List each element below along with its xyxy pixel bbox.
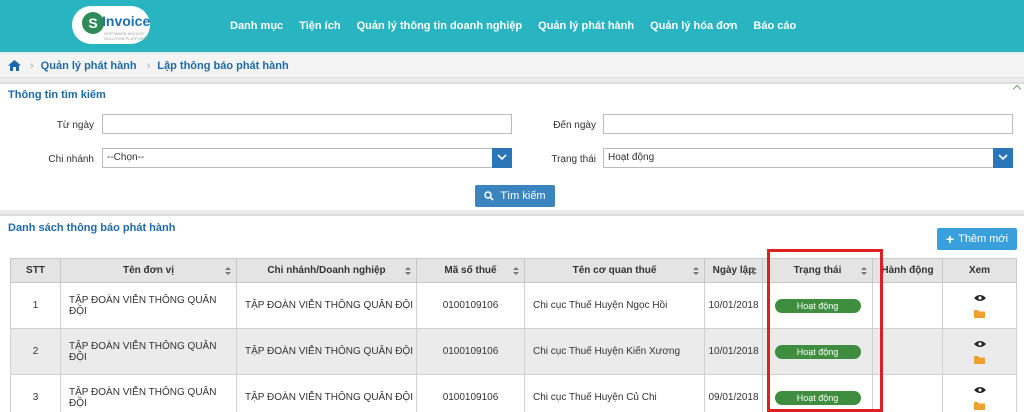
cell-tax-office: Chi cục Thuế Huyện Ngọc Hồi [524, 282, 705, 329]
breadcrumb: › Quản lý phát hành › Lập thông báo phát… [0, 54, 1024, 78]
cell-tax-office: Chi cục Thuế Huyện Củ Chi [524, 374, 705, 412]
chevron-right-icon: › [30, 59, 34, 72]
home-icon[interactable] [8, 60, 21, 71]
folder-icon[interactable] [974, 355, 985, 364]
cell-tax-code: 0100109106 [416, 328, 525, 375]
column-header-tax-office[interactable]: Tên cơ quan thuế [524, 258, 705, 283]
cell-action [872, 282, 943, 329]
nav-item-issuance[interactable]: Quản lý phát hành [530, 20, 642, 32]
cell-date: 09/01/2018 [704, 374, 763, 412]
notice-table: STT Tên đơn vị Chi nhánh/Doanh nghiệp Mã… [10, 258, 1017, 412]
cell-branch: TẬP ĐOÀN VIỄN THÔNG QUÂN ĐỘI [236, 282, 417, 329]
breadcrumb-issuance[interactable]: Quản lý phát hành [41, 60, 137, 72]
nav-item-reports[interactable]: Báo cáo [745, 20, 804, 32]
cell-date: 10/01/2018 [704, 328, 763, 375]
add-new-button-label: Thêm mới [958, 233, 1009, 245]
column-header-unit[interactable]: Tên đơn vị [60, 258, 237, 283]
branch-label: Chi nhánh [48, 154, 94, 165]
cell-status: Hoạt động [762, 328, 873, 375]
cell-branch: TẬP ĐOÀN VIỄN THÔNG QUÂN ĐỘI [236, 374, 417, 412]
search-button[interactable]: Tìm kiếm [475, 185, 555, 207]
from-date-input[interactable] [102, 114, 512, 134]
column-header-date[interactable]: Ngày lập [704, 258, 763, 283]
cell-date: 10/01/2018 [704, 282, 763, 329]
folder-icon[interactable] [974, 309, 985, 318]
breadcrumb-create-notice[interactable]: Lập thông báo phát hành [157, 60, 288, 72]
sort-icon [693, 267, 699, 275]
status-badge: Hoạt động [774, 298, 861, 313]
cell-branch: TẬP ĐOÀN VIỄN THÔNG QUÂN ĐỘI [236, 328, 417, 375]
chevron-right-icon: › [146, 59, 151, 72]
column-header-status[interactable]: Trạng thái [762, 258, 873, 283]
column-header-tax-code[interactable]: Mã số thuế [416, 258, 525, 283]
table-row[interactable]: 3 TẬP ĐOÀN VIỄN THÔNG QUÂN ĐỘI TẬP ĐOÀN … [10, 374, 1017, 412]
cell-view [942, 374, 1017, 412]
cell-stt: 2 [10, 328, 61, 375]
column-header-stt: STT [10, 258, 61, 283]
add-new-button[interactable]: + Thêm mới [937, 228, 1017, 250]
top-navbar: S Invoice SOFTWARE INVOICE SOLUTION PLAT… [0, 0, 1024, 52]
eye-icon[interactable] [973, 294, 986, 302]
cell-view [942, 282, 1017, 329]
column-header-action: Hành động [872, 258, 943, 283]
search-panel: Thông tin tìm kiếm Từ ngày Đến ngày Chi … [0, 82, 1024, 210]
main-nav: Danh mục Tiện ích Quản lý thông tin doan… [222, 0, 804, 52]
sort-icon [513, 267, 519, 275]
cell-view [942, 328, 1017, 375]
table-header-row: STT Tên đơn vị Chi nhánh/Doanh nghiệp Mã… [10, 258, 1017, 283]
search-panel-title: Thông tin tìm kiếm [8, 89, 106, 101]
nav-item-categories[interactable]: Danh mục [222, 20, 291, 32]
nav-item-company-info[interactable]: Quản lý thông tin doanh nghiệp [349, 20, 531, 32]
cell-stt: 1 [10, 282, 61, 329]
chevron-down-icon[interactable] [993, 148, 1013, 168]
cell-unit: TẬP ĐOÀN VIỄN THÔNG QUÂN ĐỘI [60, 374, 237, 412]
logo-mark: S [82, 12, 104, 34]
cell-unit: TẬP ĐOÀN VIỄN THÔNG QUÂN ĐỘI [60, 328, 237, 375]
cell-status: Hoạt động [762, 374, 873, 412]
folder-icon[interactable] [974, 401, 985, 410]
sort-icon [225, 267, 231, 275]
nav-item-invoices[interactable]: Quản lý hóa đơn [642, 20, 745, 32]
status-badge: Hoạt động [774, 344, 861, 359]
eye-icon[interactable] [973, 340, 986, 348]
logo-text: Invoice [102, 13, 151, 29]
logo-subtitle: SOFTWARE INVOICE SOLUTION PLATFORM [104, 31, 148, 41]
table-row[interactable]: 1 TẬP ĐOÀN VIỄN THÔNG QUÂN ĐỘI TẬP ĐOÀN … [10, 282, 1017, 329]
column-header-branch[interactable]: Chi nhánh/Doanh nghiệp [236, 258, 417, 283]
table-row[interactable]: 2 TẬP ĐOÀN VIỄN THÔNG QUÂN ĐỘI TẬP ĐOÀN … [10, 328, 1017, 375]
plus-icon: + [945, 231, 955, 247]
sort-icon [751, 267, 757, 275]
chevron-down-icon[interactable] [492, 148, 512, 168]
collapse-icon[interactable] [1012, 84, 1022, 94]
status-badge: Hoạt động [774, 390, 861, 405]
from-date-label: Từ ngày [56, 120, 94, 131]
eye-icon[interactable] [973, 386, 986, 394]
cell-tax-code: 0100109106 [416, 282, 525, 329]
cell-unit: TẬP ĐOÀN VIỄN THÔNG QUÂN ĐỘI [60, 282, 237, 329]
cell-status: Hoạt động [762, 282, 873, 329]
branch-select[interactable]: --Chọn-- [102, 148, 512, 168]
cell-tax-office: Chi cục Thuế Huyện Kiến Xương [524, 328, 705, 375]
sort-icon [405, 267, 411, 275]
sort-icon [861, 267, 867, 275]
cell-action [872, 328, 943, 375]
branch-select-value: --Chọn-- [107, 152, 145, 163]
nav-item-utilities[interactable]: Tiện ích [291, 20, 348, 32]
to-date-label: Đến ngày [553, 120, 596, 131]
status-label: Trạng thái [551, 154, 596, 165]
list-panel: Danh sách thông báo phát hành + Thêm mới… [0, 214, 1024, 412]
app-logo[interactable]: S Invoice SOFTWARE INVOICE SOLUTION PLAT… [72, 6, 150, 44]
search-button-label: Tìm kiếm [500, 190, 546, 202]
cell-action [872, 374, 943, 412]
cell-stt: 3 [10, 374, 61, 412]
status-select[interactable]: Hoạt động [603, 148, 1013, 168]
column-header-view: Xem [942, 258, 1017, 283]
status-select-value: Hoạt động [608, 152, 655, 163]
to-date-input[interactable] [603, 114, 1013, 134]
search-icon [484, 191, 494, 201]
list-panel-title: Danh sách thông báo phát hành [8, 222, 176, 234]
cell-tax-code: 0100109106 [416, 374, 525, 412]
